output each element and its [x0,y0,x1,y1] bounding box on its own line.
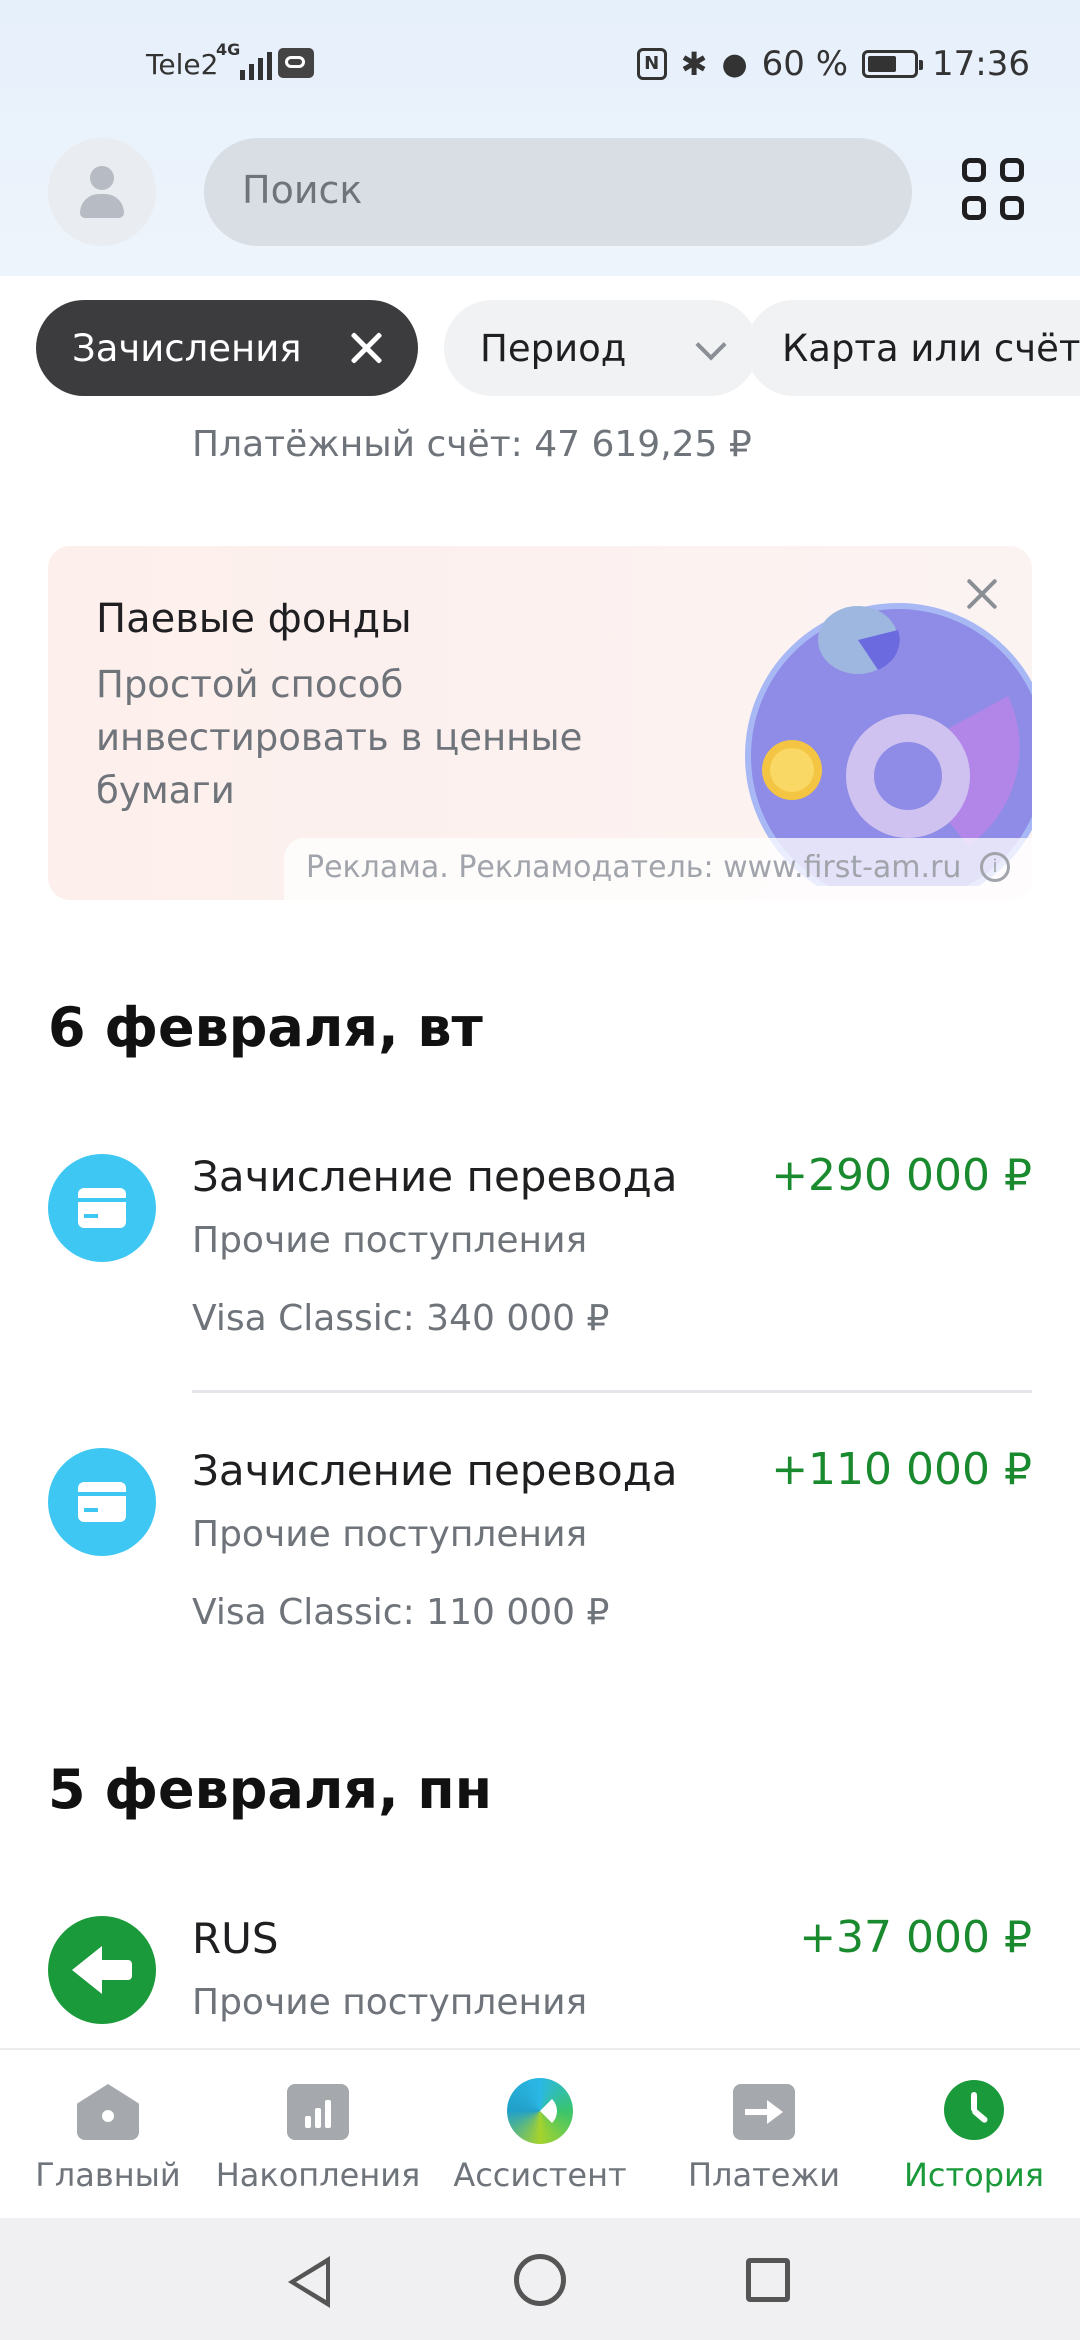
arrow-left-icon [48,1916,156,2024]
transaction-category: Прочие поступления [192,1982,588,2023]
network-type-label: 4G [216,40,241,59]
recent-apps-icon[interactable] [746,2258,790,2302]
profile-avatar[interactable] [48,138,156,246]
divider [192,1390,1032,1393]
date-header: 6 февраля, вт [48,996,483,1059]
ad-disclaimer: Реклама. Рекламодатель: www.first-am.ru … [284,838,1032,900]
date-header: 5 февраля, пн [48,1758,492,1821]
chip-period-label: Период [480,326,627,370]
transaction-amount: +37 000 ₽ [799,1912,1032,1963]
payments-icon [733,2084,795,2140]
transaction-amount: +110 000 ₽ [771,1444,1032,1495]
promo-text: Простой способ инвестировать в ценные бу… [96,663,583,812]
transaction-title: Зачисление перевода [192,1446,678,1495]
chip-account-label: Карта или счёт [782,326,1080,370]
app-notification-icon [278,48,314,78]
account-balance: Платёжный счёт: 47 619,25 ₽ [192,424,752,465]
chip-incoming-filter[interactable]: Зачисления [36,300,418,396]
nav-tab-payments[interactable]: Платежи [656,2050,872,2220]
apps-grid-icon[interactable] [962,158,1028,224]
system-navigation-bar [0,2218,1080,2340]
home-circle-icon[interactable] [514,2254,566,2306]
promo-banner[interactable]: Паевые фонды Простой способ инвестироват… [48,546,1032,900]
transaction-category: Прочие поступления [192,1220,588,1261]
card-icon [48,1448,156,1556]
location-icon: ● [721,46,748,82]
promo-title: Паевые фонды [96,596,412,642]
nav-tab-label: История [903,2156,1045,2194]
card-icon [48,1154,156,1262]
search-placeholder: Поиск [242,168,363,212]
chip-account-filter[interactable]: Карта или счёт [746,300,1080,396]
nav-tab-assistant[interactable]: Ассистент [432,2050,648,2220]
transaction-card: Visa Classic: 340 000 ₽ [192,1298,610,1339]
nav-tab-label: Платежи [687,2156,841,2194]
chip-period-filter[interactable]: Период [444,300,758,396]
signal-icon [240,50,272,80]
transaction-amount: +290 000 ₽ [771,1150,1032,1201]
nfc-icon: N [636,48,667,80]
search-field[interactable]: Поиск [204,138,912,246]
ad-disclaimer-text: Реклама. Рекламодатель: www.first-am.ru [306,850,962,885]
nav-tab-savings[interactable]: Накопления [210,2050,426,2220]
nav-tab-label: Ассистент [453,2156,627,2194]
status-right: N ✱ ● 60 % 17:36 [636,44,1030,84]
transaction-category: Прочие поступления [192,1514,588,1555]
clock: 17:36 [932,44,1030,84]
nav-tab-label: Главный [35,2156,181,2194]
transaction-title: RUS [192,1914,279,1963]
bottom-navigation: Главный Накопления Ассистент Платежи Ист… [0,2048,1080,2220]
nav-tab-history[interactable]: История [866,2050,1080,2220]
savings-icon [287,2084,349,2140]
status-bar: Tele2 4G N ✱ ● 60 % 17:36 [0,40,1080,94]
user-icon [90,166,114,190]
nav-tab-home[interactable]: Главный [0,2050,216,2220]
carrier-label: Tele2 [146,48,219,81]
chip-incoming-label: Зачисления [72,326,302,370]
back-icon[interactable] [288,2256,330,2308]
chevron-down-icon [695,329,727,361]
info-icon[interactable]: i [980,852,1010,882]
nav-tab-label: Накопления [215,2156,421,2194]
battery-percent: 60 % [761,44,849,84]
battery-icon [862,50,924,78]
assistant-icon [507,2078,573,2144]
home-icon [77,2084,139,2140]
close-icon[interactable] [348,330,384,366]
bluetooth-icon: ✱ [680,45,708,83]
history-icon [944,2080,1004,2140]
transaction-title: Зачисление перевода [192,1152,678,1201]
transaction-card: Visa Classic: 110 000 ₽ [192,1592,610,1633]
